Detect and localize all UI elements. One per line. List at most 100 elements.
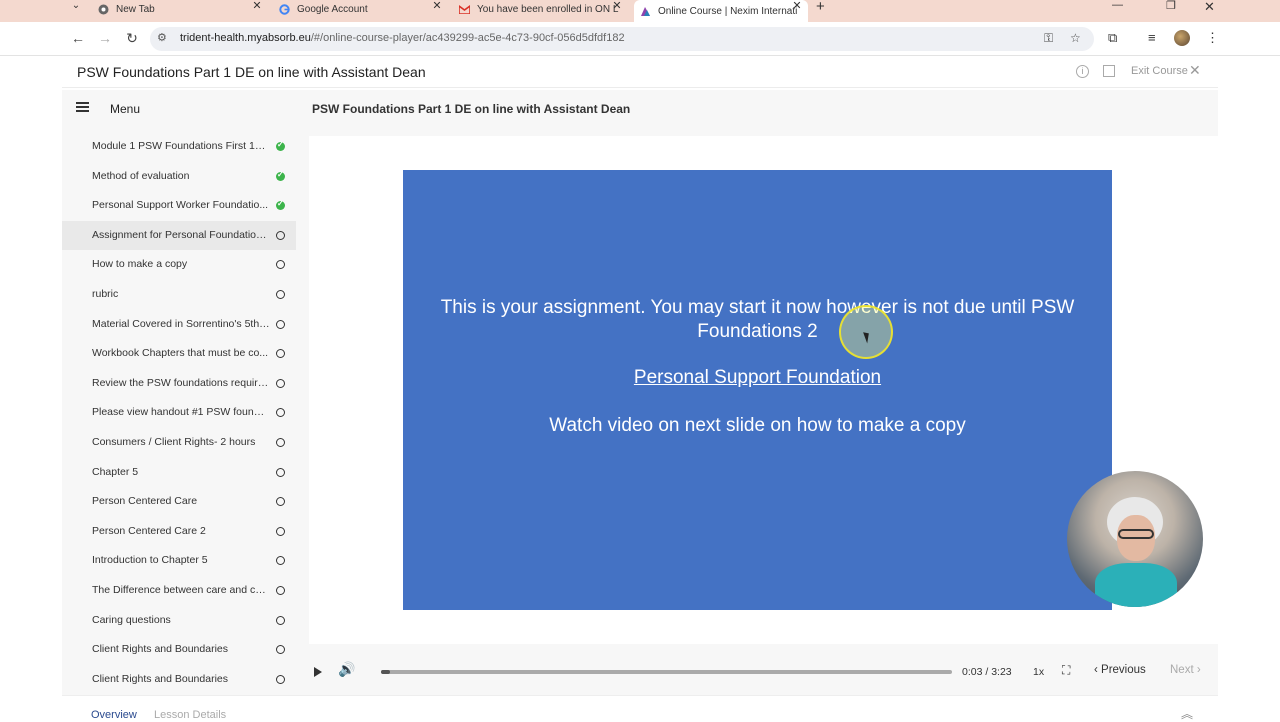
sidebar-lesson-item[interactable]: Personal Support Worker Foundatio... [62, 191, 296, 221]
sidebar-lesson-item[interactable]: Person Centered Care 2 [62, 517, 296, 547]
profile-avatar[interactable] [1174, 30, 1190, 46]
tab-lesson-details[interactable]: Lesson Details [154, 709, 226, 721]
sidebar-lesson-item[interactable]: Material Covered in Sorrentino's 5th ... [62, 310, 296, 340]
volume-icon[interactable]: 🔊 [338, 661, 355, 678]
exit-close-icon[interactable]: ✕ [1189, 62, 1201, 79]
incomplete-circle-icon [276, 378, 285, 388]
tab-search-chevron-icon[interactable]: ⌄ [66, 0, 86, 14]
incomplete-circle-icon [276, 319, 285, 329]
lesson-tabs: Overview Lesson Details ︽ [62, 695, 1218, 722]
menu-header[interactable]: Menu [62, 90, 296, 128]
lesson-label: Personal Support Worker Foundatio... [92, 199, 269, 212]
browser-tab-new-tab[interactable]: New Tab ✕ [98, 0, 264, 18]
lesson-label: rubric [92, 287, 119, 300]
lesson-title: PSW Foundations Part 1 DE on line with A… [312, 102, 631, 116]
url-path: /#/online-course-player/ac439299-ac5e-4c… [310, 32, 625, 44]
password-key-icon[interactable]: ⚿ [1044, 31, 1053, 46]
play-icon[interactable] [314, 667, 322, 677]
tab-overview[interactable]: Overview [91, 709, 137, 721]
sidebar-lesson-item[interactable]: Person Centered Care [62, 487, 296, 517]
reload-icon[interactable]: ↻ [123, 30, 141, 47]
incomplete-circle-icon [276, 349, 285, 359]
back-arrow-icon[interactable]: ← [69, 30, 87, 46]
url-host: trident-health.myabsorb.eu [180, 32, 311, 44]
lesson-label: How to make a copy [92, 258, 188, 271]
sidebar-lesson-item[interactable]: Client Rights and Boundaries [62, 635, 296, 665]
sidebar-lesson-item[interactable]: Assignment for Personal Foundation... [62, 220, 296, 251]
lesson-content: PSW Foundations Part 1 DE on line with A… [296, 90, 1218, 695]
bookmark-star-icon[interactable]: ☆ [1070, 31, 1081, 45]
sidebar-lesson-item[interactable]: How to make a copy [62, 250, 296, 280]
slide-link-personal-support-foundation[interactable]: Personal Support Foundation [403, 367, 1112, 389]
site-info-icon[interactable]: ⚙ [157, 31, 167, 44]
url-text[interactable]: trident-health.myabsorb.eu/#/online-cour… [180, 32, 625, 44]
close-tab-icon[interactable]: ✕ [430, 0, 444, 14]
close-tab-icon[interactable]: ✕ [790, 0, 804, 14]
sidebar-lesson-item[interactable]: Consumers / Client Rights- 2 hours [62, 428, 296, 458]
lesson-sidebar: Menu Module 1 PSW Foundations First 18 .… [62, 90, 296, 695]
tab-title: Online Course | Nexim Internati [658, 5, 798, 17]
webcam-glasses [1118, 529, 1154, 539]
hamburger-menu-icon[interactable] [76, 102, 89, 112]
complete-check-icon [276, 199, 285, 211]
exit-course-button[interactable]: Exit Course [1131, 65, 1188, 77]
media-controls-icon[interactable]: ≡ [1148, 30, 1156, 45]
fullscreen-icon[interactable]: ⛶ [1062, 663, 1070, 678]
sidebar-lesson-item[interactable]: The Difference between care and car... [62, 576, 296, 606]
incomplete-circle-icon [276, 437, 285, 447]
slide-instruction-text: Watch video on next slide on how to make… [549, 415, 966, 436]
course-header: PSW Foundations Part 1 DE on line with A… [62, 56, 1218, 88]
chevron-double-up-icon[interactable]: ︽ [1181, 705, 1193, 722]
info-icon[interactable]: i [1076, 65, 1089, 78]
bookmark-square-icon[interactable] [1103, 65, 1115, 77]
sidebar-lesson-item[interactable]: Chapter 5 [62, 458, 296, 488]
incomplete-circle-icon [276, 497, 285, 507]
time-display: 0:03 / 3:23 [962, 666, 1012, 678]
next-button[interactable]: Next › [1170, 664, 1201, 676]
close-tab-icon[interactable]: ✕ [610, 0, 624, 14]
lesson-label: Caring questions [92, 613, 171, 626]
url-omnibox[interactable]: ⚙ trident-health.myabsorb.eu/#/online-co… [150, 27, 1094, 51]
tab-title: Google Account [297, 3, 368, 15]
sidebar-lesson-item[interactable]: Workbook Chapters that must be co... [62, 339, 296, 369]
complete-check-icon [276, 170, 285, 181]
tab-title: You have been enrolled in ON L [477, 3, 619, 15]
lesson-list: Module 1 PSW Foundations First 18 ... Met… [62, 132, 296, 694]
extensions-puzzle-icon[interactable]: ⧉ [1108, 30, 1117, 46]
sidebar-lesson-item[interactable]: Review the PSW foundations require... [62, 369, 296, 399]
lesson-label: Person Centered Care [92, 495, 198, 508]
progress-bar[interactable] [381, 670, 952, 674]
sidebar-lesson-item[interactable]: Caring questions [62, 606, 296, 636]
minimize-icon[interactable]: — [1112, 0, 1123, 11]
sidebar-lesson-item[interactable]: Introduction to Chapter 5 [62, 546, 296, 576]
incomplete-circle-icon [276, 408, 285, 418]
slide-assignment-text: This is your assignment. You may start i… [440, 297, 1075, 342]
lesson-label: Chapter 5 [92, 465, 139, 478]
browser-tab-bar: ⌄ New Tab ✕ Google Account ✕ You have be… [0, 0, 1280, 22]
incomplete-circle-icon [276, 467, 285, 477]
incomplete-circle-icon [276, 230, 285, 240]
incomplete-circle-icon [276, 526, 285, 536]
sidebar-lesson-item[interactable]: Client Rights and Boundaries [62, 665, 296, 695]
previous-label: Previous [1101, 664, 1146, 676]
new-tab-plus-icon[interactable]: + [816, 0, 825, 15]
sidebar-lesson-item[interactable]: Module 1 PSW Foundations First 18 ... [62, 132, 296, 162]
sidebar-lesson-item[interactable]: Please view handout #1 PSW founda... [62, 398, 296, 428]
course-title: PSW Foundations Part 1 DE on line with A… [77, 64, 426, 80]
playback-speed-button[interactable]: 1x [1033, 666, 1044, 678]
close-tab-icon[interactable]: ✕ [250, 0, 264, 14]
sidebar-lesson-item[interactable]: rubric [62, 280, 296, 310]
sidebar-lesson-item[interactable]: Method of evaluation [62, 162, 296, 192]
previous-button[interactable]: ‹ Previous [1094, 664, 1146, 676]
forward-arrow-icon[interactable]: → [96, 30, 114, 46]
restore-icon[interactable]: ❐ [1166, 0, 1176, 12]
complete-check-icon [276, 140, 285, 151]
browser-tab-google-account[interactable]: Google Account ✕ [279, 0, 444, 18]
browser-tab-gmail[interactable]: You have been enrolled in ON L ✕ [459, 0, 624, 18]
google-icon [279, 3, 290, 15]
kebab-menu-icon[interactable]: ⋮ [1206, 30, 1219, 46]
browser-tab-online-course[interactable]: Online Course | Nexim Internati ✕ [634, 0, 808, 22]
incomplete-circle-icon [276, 260, 285, 270]
lesson-label: Please view handout #1 PSW founda... [92, 406, 270, 419]
close-window-icon[interactable]: ✕ [1204, 0, 1215, 15]
